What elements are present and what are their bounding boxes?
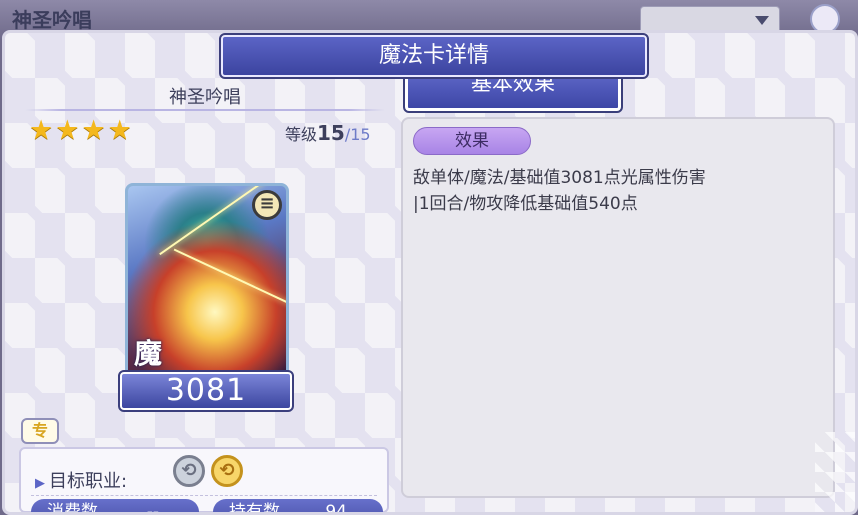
effect-description: 敌单体/魔法/基础值3081点光属性伤害 |1回合/物攻降低基础值540点 <box>413 168 706 214</box>
own-value: 94 <box>325 502 347 515</box>
level-current: 15 <box>317 121 345 145</box>
star-icon: ★ <box>81 115 106 146</box>
star-rating: ★ ★ ★ ★ <box>29 117 132 145</box>
consume-label: 消费数 <box>47 502 98 515</box>
card-level: 等级15/15 <box>285 121 371 145</box>
card-info-box: ▶ 目标职业: ⟲ ⟲ 消费数 -- 持有数 94 <box>19 447 389 515</box>
card-value: 3081 <box>118 370 294 412</box>
consume-count: 消费数 -- <box>31 499 199 515</box>
effect-panel: 效果 敌单体/魔法/基础值3081点光属性伤害 |1回合/物攻降低基础值540点 <box>401 117 835 498</box>
card-type-label: 魔 <box>134 337 163 370</box>
level-max: /15 <box>344 125 371 144</box>
chevron-down-icon <box>755 16 769 25</box>
consume-value: -- <box>146 502 159 515</box>
card-name: 神圣吟唱 <box>169 87 241 108</box>
target-job-label: ▶ 目标职业: <box>35 467 127 493</box>
exclusive-icon: 专 <box>21 418 59 444</box>
silver-swap-icon[interactable]: ⟲ <box>173 455 205 487</box>
divider <box>25 109 385 111</box>
target-job-text: 目标职业: <box>49 471 128 492</box>
lightning-decoration <box>159 186 267 256</box>
card-artwork[interactable]: ≡ 魔 <box>125 183 289 383</box>
owned-count: 持有数 94 <box>213 499 383 515</box>
level-label: 等级 <box>285 125 318 144</box>
decoration <box>815 432 855 512</box>
arrow-right-icon: ▶ <box>35 476 45 491</box>
own-label: 持有数 <box>229 502 280 515</box>
star-icon: ★ <box>55 115 80 146</box>
dialog-title: 魔法卡详情 <box>219 33 649 79</box>
star-icon: ★ <box>29 115 54 146</box>
star-icon: ★ <box>107 115 132 146</box>
effect-tag: 效果 <box>413 127 531 155</box>
magic-card-detail-dialog: 魔法卡详情 神圣吟唱 ★ ★ ★ ★ 等级15/15 ≡ 魔 3081 专 ▶ 目标职业… <box>2 30 858 515</box>
lightning-decoration <box>173 248 286 306</box>
background-title: 神圣吟唱 <box>12 8 92 32</box>
gold-swap-icon[interactable]: ⟲ <box>211 455 243 487</box>
divider <box>31 495 377 496</box>
menu-icon[interactable]: ≡ <box>252 190 282 220</box>
target-job-icons: ⟲ ⟲ <box>173 455 243 487</box>
